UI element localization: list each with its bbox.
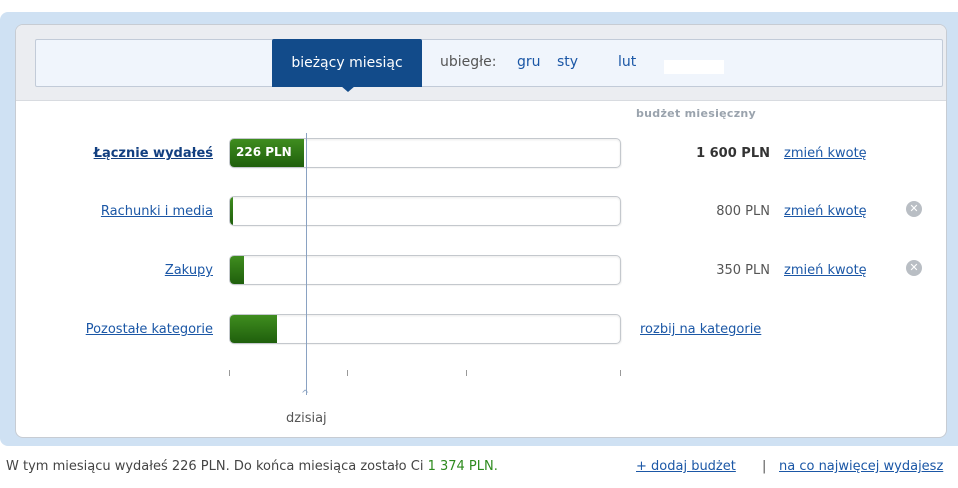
row-label-shopping[interactable]: Zakupy <box>165 263 213 278</box>
bar-fill-bills <box>230 197 233 225</box>
row-label-total[interactable]: Łącznie wydałeś <box>94 146 213 161</box>
row-label-other[interactable]: Pozostałe kategorie <box>86 322 213 337</box>
most-spent-link[interactable]: na co najwięcej wydajesz <box>779 459 943 474</box>
month-tab-bar: bieżący miesiąc ubiegłe: gru sty lut <box>16 25 946 101</box>
tab-month-sty[interactable]: sty <box>557 54 578 70</box>
scale-tick <box>229 370 230 376</box>
bar-shopping <box>229 255 621 285</box>
tab-month-gru[interactable]: gru <box>517 54 541 70</box>
split-into-categories-link[interactable]: rozbij na kategorie <box>640 322 761 337</box>
close-circle-icon[interactable]: ✕ <box>906 201 922 217</box>
budget-amount-bills: 800 PLN <box>716 204 770 219</box>
bar-total: 226 PLN <box>229 138 621 168</box>
close-circle-icon[interactable]: ✕ <box>906 260 922 276</box>
bar-other <box>229 314 621 344</box>
today-marker-line <box>306 133 307 395</box>
footer-separator: | <box>762 459 767 474</box>
footer-remaining-amount: 1 374 PLN. <box>427 459 498 474</box>
bar-fill-shopping <box>230 256 244 284</box>
scale-tick <box>347 370 348 376</box>
footer-summary-text: W tym miesiącu wydałeś 226 PLN. Do końca… <box>6 459 428 474</box>
scale-tick <box>620 370 621 376</box>
bar-fill-text-total: 226 PLN <box>236 145 292 159</box>
month-tab-bar-inner: bieżący miesiąc ubiegłe: gru sty lut <box>35 39 943 92</box>
caret-up-icon: ^ <box>301 389 310 400</box>
previous-months-label: ubiegłe: <box>440 54 497 70</box>
tab-current-month[interactable]: bieżący miesiąc <box>272 39 422 92</box>
tab-bar-blank-area <box>664 60 724 74</box>
budget-panel: bieżący miesiąc ubiegłe: gru sty lut bud… <box>15 24 947 438</box>
scale-tick <box>466 370 467 376</box>
change-amount-link-total[interactable]: zmień kwotę <box>784 146 867 161</box>
bar-bills <box>229 196 621 226</box>
budget-amount-total: 1 600 PLN <box>696 146 770 161</box>
top-strip <box>0 0 958 8</box>
today-label: dzisiaj <box>286 411 327 426</box>
monthly-budget-header: budżet miesięczny <box>636 107 757 120</box>
row-label-bills[interactable]: Rachunki i media <box>101 204 213 219</box>
footer-summary: W tym miesiącu wydałeś 226 PLN. Do końca… <box>6 459 498 474</box>
bar-fill-other <box>230 315 277 343</box>
change-amount-link-bills[interactable]: zmień kwotę <box>784 204 867 219</box>
budget-amount-shopping: 350 PLN <box>716 263 770 278</box>
tab-month-lut[interactable]: lut <box>618 54 636 70</box>
change-amount-link-shopping[interactable]: zmień kwotę <box>784 263 867 278</box>
add-budget-link[interactable]: + dodaj budżet <box>636 459 736 474</box>
